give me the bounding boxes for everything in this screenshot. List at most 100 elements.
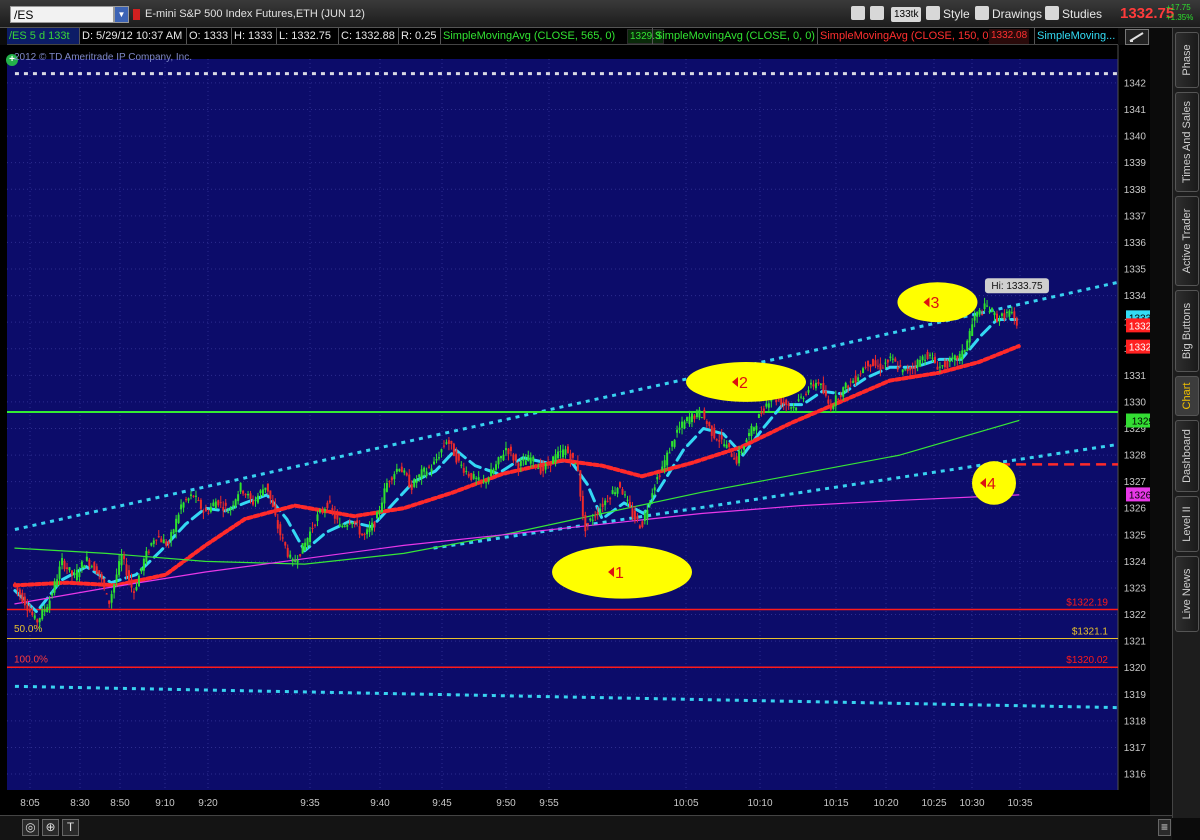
price-bar [574,463,577,465]
y-tick-label: 1319 [1124,690,1147,701]
side-tab-live-news[interactable]: Live News [1175,556,1199,632]
price-bar [465,470,468,472]
price-bar [752,427,755,431]
zoom-icon[interactable]: ⊕ [42,819,59,836]
globe-icon[interactable]: ◎ [22,819,39,836]
price-bar [80,561,83,568]
x-tick-label: 9:55 [539,798,559,809]
price-bar [152,540,155,544]
side-tab-dashboard[interactable]: Dashboard [1175,420,1199,492]
price-bar [1015,317,1018,326]
price-bar [249,493,252,499]
price-bar [110,594,113,603]
price-bar [13,582,16,586]
price-box: 1332.08 [1126,339,1150,354]
studies-button[interactable]: Studies [1045,6,1102,23]
side-tab-level-ii[interactable]: Level II [1175,496,1199,552]
price-bar [284,542,287,546]
price-bar [58,566,61,579]
side-tab-label: Times And Sales [1181,100,1193,184]
study-more[interactable]: SimpleMoving... [1034,28,1118,44]
price-bar [234,499,237,507]
settings-icon[interactable] [870,6,887,23]
price-bar [385,482,388,492]
price-bar [988,311,991,313]
price-bar [884,362,887,364]
price-bar [524,460,527,465]
price-bar [807,390,810,393]
side-tab-times-and-sales[interactable]: Times And Sales [1175,92,1199,192]
price-bar [678,427,681,430]
study-sma-0[interactable]: SimpleMovingAvg (CLOSE, 0, 0) [652,28,817,44]
price-bar [467,473,470,477]
side-tab-active-trader[interactable]: Active Trader [1175,196,1199,286]
side-tab-phase[interactable]: Phase [1175,32,1199,88]
price-bar [839,395,842,397]
side-tab-chart[interactable]: Chart [1175,376,1199,416]
price-bar [418,474,421,477]
study-sma-565[interactable]: SimpleMovingAvg (CLOSE, 565, 0) [440,28,626,44]
price-bar [480,479,483,482]
price-bar [16,587,19,591]
price-bar [606,500,609,502]
price-bar [656,477,659,480]
price-bar [681,421,684,428]
symbol-input[interactable]: /ES [10,6,114,23]
price-bar [869,364,872,368]
aggregation-button[interactable]: 133tk [891,7,922,22]
price-bar [212,502,215,507]
price-bar [199,499,202,509]
annotation-1: 1 [552,545,693,599]
text-tool-icon[interactable]: T [62,819,79,836]
price-bar [470,473,473,480]
price-box-text: 1332.88 [1129,321,1150,332]
price-box-text: 1332.08 [1129,343,1150,354]
price-bar [790,407,793,409]
price-bar [901,369,904,373]
chart-canvas[interactable]: 1316131713181319132013211322132313241325… [0,45,1150,815]
chart-symbol[interactable]: /ES 5 d 133t [7,28,79,44]
price-bar [185,499,188,501]
price-bar [425,471,428,477]
price-bar [182,502,185,508]
price-bar [604,500,607,506]
price-bar [616,488,619,494]
price-bar [237,494,240,502]
price-bar [358,526,361,535]
price-bar [323,509,326,512]
price-bar [780,397,783,405]
price-bar [135,586,138,591]
price-bar [132,591,135,593]
price-bar [822,382,825,394]
price-bar [514,454,517,461]
price-bar [281,537,284,539]
x-tick-label: 9:35 [300,798,320,809]
price-bar [309,531,312,543]
price-bar [921,356,924,361]
price-bar [534,465,537,467]
bar-range: R: 0.25 [398,28,440,44]
symbol-dropdown-icon[interactable]: ▼ [114,6,129,23]
price-bar [631,508,634,518]
bar-high: H: 1333 [231,28,276,44]
style-button[interactable]: Style [926,6,970,23]
menu-icon[interactable]: ≡ [1158,819,1171,836]
price-bar [214,501,217,509]
drawings-button[interactable]: Drawings [975,6,1042,23]
price-bar [190,494,193,496]
price-bar [703,409,706,419]
price-box-text: 1329.3 [1132,417,1150,428]
price-bar [442,445,445,447]
side-tab-label: Chart [1181,382,1193,410]
study-sma-150[interactable]: SimpleMovingAvg (CLOSE, 150, 0) [817,28,992,44]
price-bar [584,515,587,532]
price-bar [743,446,746,450]
side-tab-big-buttons[interactable]: Big Buttons [1175,290,1199,372]
price-chart[interactable]: 1316 1317 1318 1319 1320 1321 1322 1323 1324 1325… [0,45,1150,815]
drawing-tool-button[interactable] [1125,29,1149,45]
link-icon[interactable] [851,6,868,23]
price-bar [539,462,542,474]
price-bar [549,461,552,466]
price-box: 1326.52 [1126,487,1150,502]
price-bar [564,449,567,456]
